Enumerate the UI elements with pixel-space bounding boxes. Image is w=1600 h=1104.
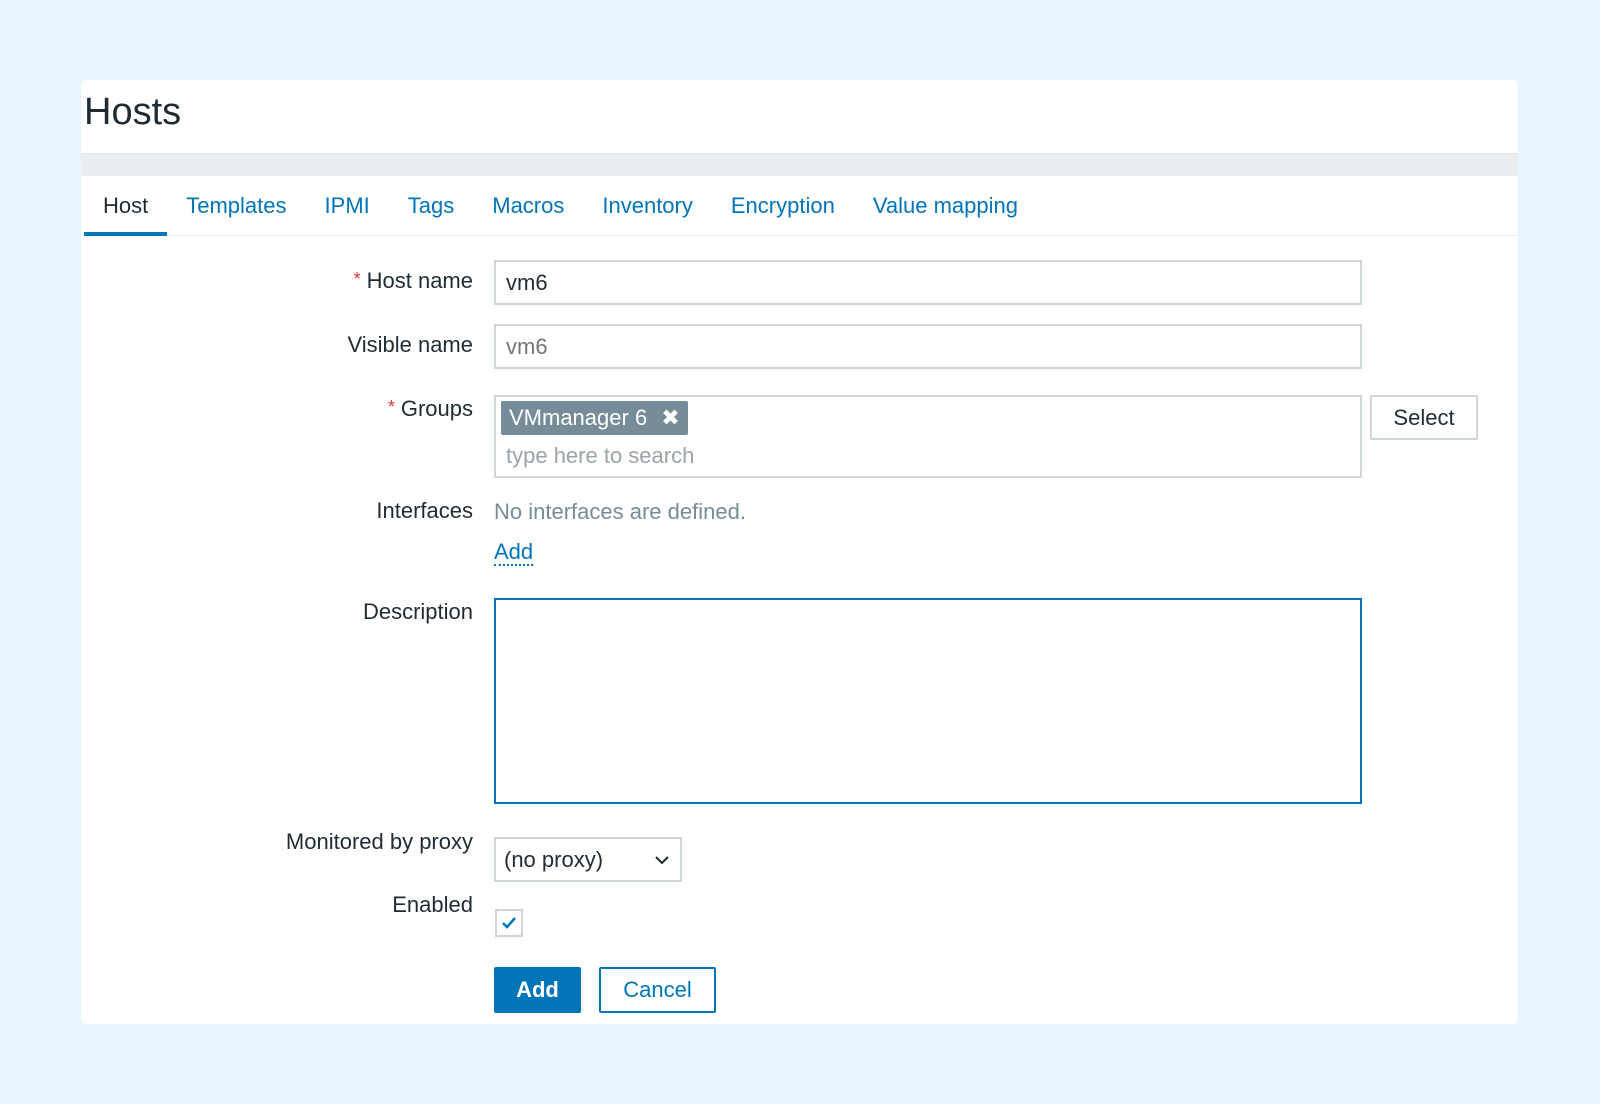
proxy-selected-value: (no proxy) [504, 846, 604, 872]
tab-encryption[interactable]: Encryption [712, 176, 854, 235]
tab-macros[interactable]: Macros [473, 176, 583, 235]
tab-tags[interactable]: Tags [389, 176, 473, 235]
required-marker: * [353, 269, 361, 289]
proxy-label: Monitored by proxy [285, 829, 473, 854]
enabled-checkbox[interactable] [495, 909, 523, 937]
required-marker: * [387, 397, 395, 417]
groups-multiselect[interactable]: VMmanager 6 ✖ type here to search [494, 395, 1362, 478]
tab-bar: Host Templates IPMI Tags Macros Inventor… [84, 176, 1518, 236]
checkmark-icon [502, 917, 516, 929]
tab-inventory[interactable]: Inventory [583, 176, 712, 235]
add-button[interactable]: Add [494, 967, 581, 1013]
remove-chip-icon[interactable]: ✖ [661, 405, 679, 431]
select-groups-button[interactable]: Select [1370, 395, 1478, 440]
tab-value-mapping[interactable]: Value mapping [854, 176, 1037, 235]
groups-search-input[interactable]: type here to search [506, 443, 694, 469]
cancel-button[interactable]: Cancel [599, 967, 716, 1013]
enabled-label: Enabled [392, 892, 473, 917]
no-interfaces-text: No interfaces are defined. [494, 499, 746, 524]
add-interface-link[interactable]: Add [494, 539, 534, 567]
group-chip: VMmanager 6 ✖ [501, 401, 688, 435]
hosts-panel: Hosts Host Templates IPMI Tags Macros In… [81, 80, 1518, 1024]
interfaces-label: Interfaces [376, 498, 473, 523]
header-strip [81, 153, 1518, 176]
description-label: Description [362, 599, 473, 624]
groups-label: * Groups [387, 396, 473, 421]
tab-host[interactable]: Host [84, 176, 168, 236]
host-name-input[interactable] [494, 260, 1362, 305]
proxy-select[interactable]: (no proxy) [494, 837, 682, 882]
tab-templates[interactable]: Templates [167, 176, 305, 235]
chevron-down-icon [655, 856, 669, 865]
description-textarea[interactable] [494, 598, 1362, 804]
visible-name-input[interactable] [494, 324, 1362, 369]
visible-name-label: Visible name [347, 332, 473, 357]
page-title: Hosts [84, 91, 182, 133]
host-name-label: * Host name [353, 268, 473, 293]
group-chip-label: VMmanager 6 [509, 405, 648, 430]
tab-ipmi[interactable]: IPMI [306, 176, 389, 235]
